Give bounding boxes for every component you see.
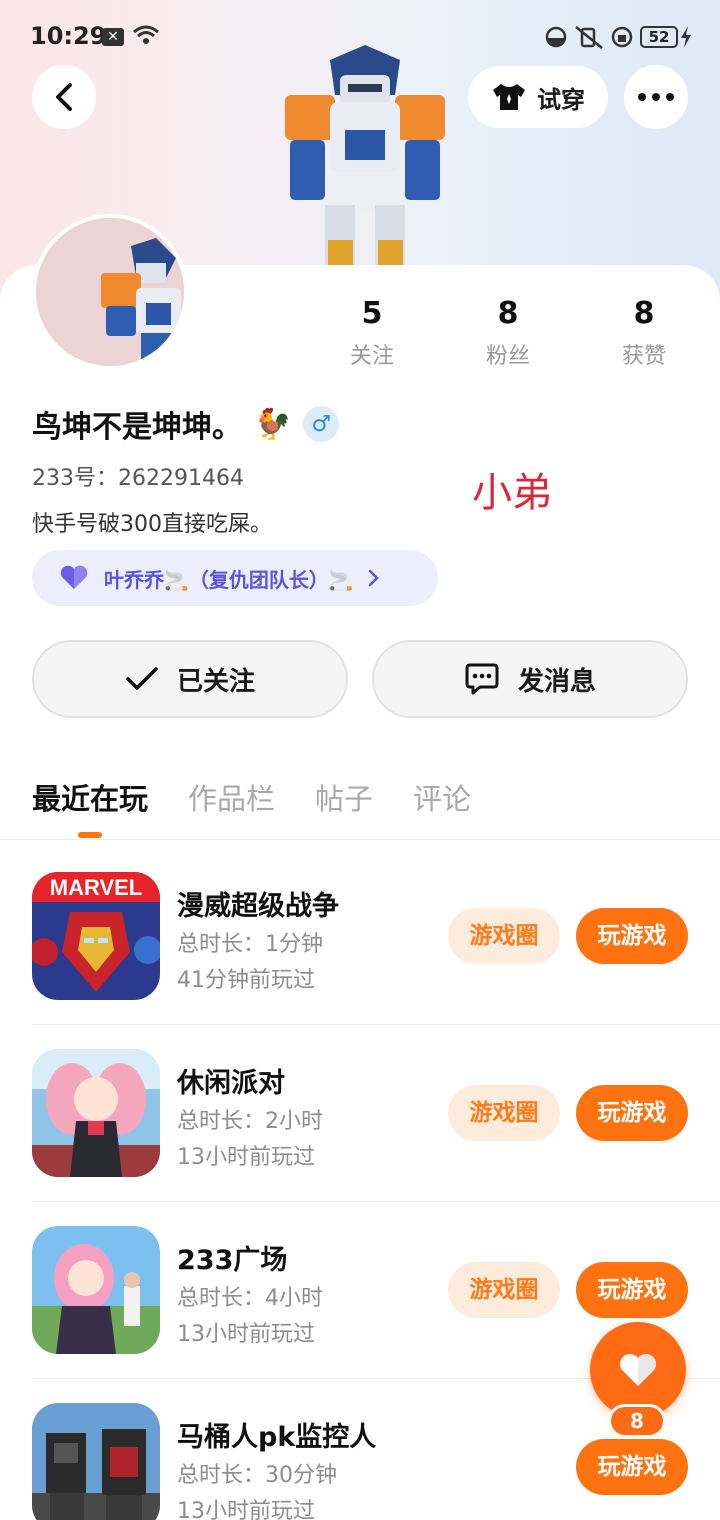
status-bar: 10:29 ✕ 52 <box>0 0 720 74</box>
stat-likes-value: 8 <box>633 296 655 331</box>
status-time: 10:29 <box>30 22 107 50</box>
send-message-label: 发消息 <box>517 666 596 697</box>
game-icon-marvel: MARVEL <box>32 872 160 1000</box>
play-game-button[interactable]: 玩游戏 <box>576 1085 688 1141</box>
game-last-played: 13小时前玩过 <box>177 1322 315 1347</box>
notification-icon: ✕ <box>102 28 124 46</box>
active-tab-indicator <box>78 832 102 838</box>
play-game-button[interactable]: 玩游戏 <box>576 1262 688 1318</box>
stat-likes-label: 获赞 <box>621 344 666 369</box>
relation-text: 叶乔乔🚬（复仇团队长）🚬 <box>104 567 354 592</box>
game-duration: 总时长：1分钟 <box>177 932 323 957</box>
try-on-label: 试穿 <box>537 85 585 114</box>
followed-label: 已关注 <box>176 666 255 697</box>
bio: 快手号破300直接吃屎。 <box>32 512 272 537</box>
game-circle-button[interactable]: 游戏圈 <box>448 1085 560 1141</box>
game-icon-party <box>32 1049 160 1177</box>
game-name: 休闲派对 <box>177 1068 285 1099</box>
game-name: 233广场 <box>177 1245 288 1276</box>
tab-recently-played[interactable]: 最近在玩 <box>32 776 148 818</box>
battery-icon: 52 <box>640 26 678 48</box>
relation-tag[interactable]: 叶乔乔🚬（复仇团队长）🚬 <box>32 550 438 606</box>
game-duration: 总时长：30分钟 <box>177 1463 337 1488</box>
gender-symbol: ♂ <box>311 411 332 437</box>
stat-followers-value: 8 <box>497 296 519 331</box>
game-last-played: 13小时前玩过 <box>177 1145 315 1170</box>
play-game-button[interactable]: 玩游戏 <box>576 1439 688 1495</box>
more-options-button[interactable] <box>624 65 688 129</box>
account-id: 233号：262291464 <box>32 466 244 491</box>
marvel-logo-text: MARVEL <box>50 875 143 900</box>
game-duration: 总时长：4小时 <box>177 1286 323 1311</box>
wifi-icon <box>133 25 159 44</box>
tshirt-icon <box>493 84 525 110</box>
game-icon-square <box>32 1226 160 1354</box>
tab-works[interactable]: 作品栏 <box>188 776 275 818</box>
heart-icon <box>60 565 88 589</box>
handwritten-note: 小弟 <box>472 470 552 516</box>
avatar-robot-image <box>36 218 184 366</box>
stat-followers[interactable]: 8 粉丝 <box>448 296 568 370</box>
game-last-played: 41分钟前玩过 <box>177 968 315 993</box>
send-message-button[interactable]: 发消息 <box>372 640 688 718</box>
rooster-emoji-icon: 🐓 <box>254 406 292 442</box>
profile-tabs: 最近在玩 作品栏 帖子 评论 <box>32 776 471 818</box>
game-name: 马桶人pk监控人 <box>177 1422 377 1453</box>
game-last-played: 13小时前玩过 <box>177 1499 315 1520</box>
stat-following-label: 关注 <box>349 344 394 369</box>
game-icon-toilet <box>32 1403 160 1520</box>
like-count-badge: 8 <box>608 1404 666 1438</box>
nickname: 鸟坤不是坤坤。 <box>32 410 242 445</box>
system-status-icons <box>545 26 633 49</box>
game-circle-button[interactable]: 游戏圈 <box>448 1262 560 1318</box>
banner-robot-illustration <box>285 45 445 265</box>
nickname-row: 鸟坤不是坤坤。 🐓 ♂ <box>32 402 340 446</box>
play-game-button[interactable]: 玩游戏 <box>576 908 688 964</box>
chat-bubble-icon <box>465 663 499 695</box>
check-icon <box>126 667 158 690</box>
followed-button[interactable]: 已关注 <box>32 640 348 718</box>
game-name: 漫威超级战争 <box>177 891 339 922</box>
stat-likes[interactable]: 8 获赞 <box>584 296 704 370</box>
game-duration: 总时长：2小时 <box>177 1109 323 1134</box>
list-item-game[interactable]: 休闲派对 总时长：2小时 13小时前玩过 游戏圈 玩游戏 <box>0 1017 720 1202</box>
tab-comments[interactable]: 评论 <box>413 776 471 818</box>
chevron-right-icon <box>368 569 379 587</box>
back-button[interactable] <box>32 65 96 129</box>
charging-icon <box>681 26 691 48</box>
game-circle-button[interactable]: 游戏圈 <box>448 908 560 964</box>
stat-following-value: 5 <box>361 296 383 331</box>
more-dots-icon <box>638 93 674 101</box>
tab-posts[interactable]: 帖子 <box>315 776 373 818</box>
list-item-game[interactable]: MARVEL 漫威超级战争 总时长：1分钟 41分钟前玩过 游戏圈 玩游戏 <box>0 840 720 1025</box>
stat-followers-label: 粉丝 <box>485 344 530 369</box>
try-on-button[interactable]: 试穿 <box>468 66 608 128</box>
avatar[interactable] <box>32 214 188 370</box>
stat-following[interactable]: 5 关注 <box>312 296 432 370</box>
back-arrow-icon <box>56 83 72 111</box>
male-gender-icon: ♂ <box>303 406 340 442</box>
heart-icon <box>620 1354 656 1386</box>
